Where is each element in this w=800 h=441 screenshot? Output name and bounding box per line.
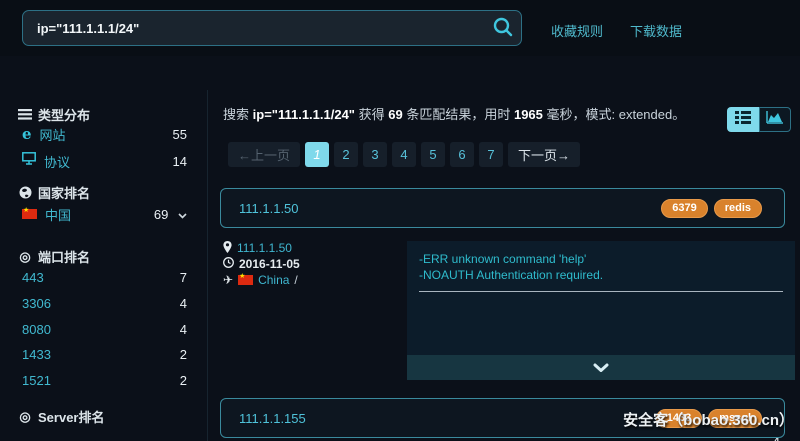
download-data-link[interactable]: 下载数据 bbox=[630, 21, 682, 40]
sidebar-item-port-1521[interactable]: 1521 2 bbox=[0, 372, 207, 388]
search-icon bbox=[492, 16, 514, 41]
item-label[interactable]: 中国 bbox=[45, 205, 71, 224]
country-section-header: 国家排名 bbox=[0, 184, 207, 200]
page-button-7[interactable]: 7 bbox=[479, 142, 503, 167]
china-flag-icon bbox=[238, 275, 253, 285]
list-view-button[interactable] bbox=[727, 107, 759, 132]
search-input[interactable] bbox=[23, 21, 485, 36]
page-button-3[interactable]: 3 bbox=[363, 142, 387, 167]
chevron-down-icon bbox=[593, 359, 609, 377]
meta-path: / bbox=[294, 273, 297, 287]
favorite-rule-link[interactable]: 收藏规则 bbox=[551, 21, 603, 40]
sidebar-item-port-3306[interactable]: 3306 4 bbox=[0, 295, 207, 311]
item-count: 14 bbox=[173, 154, 187, 169]
clock-icon bbox=[223, 257, 234, 271]
sidebar-item-port-8080[interactable]: 8080 4 bbox=[0, 321, 207, 337]
result-ip-link[interactable]: 111.1.1.155 bbox=[239, 411, 306, 426]
banner-line: -ERR unknown command 'help' bbox=[419, 251, 783, 267]
summary-query: ip="111.1.1.1/24" bbox=[253, 107, 355, 122]
item-label[interactable]: 1521 bbox=[22, 373, 51, 388]
port-icon: ◎ bbox=[18, 250, 32, 263]
china-flag-icon bbox=[22, 209, 37, 219]
plane-icon: ✈ bbox=[223, 274, 233, 286]
item-count: 4 bbox=[180, 322, 187, 337]
expand-banner-button[interactable] bbox=[407, 355, 795, 380]
section-title: 类型分布 bbox=[38, 105, 90, 124]
item-label[interactable]: 网站 bbox=[40, 125, 66, 144]
server-section-header: ◎ Server排名 bbox=[0, 408, 207, 424]
tag-group: 6379 redis bbox=[661, 199, 762, 218]
item-label[interactable]: 8080 bbox=[22, 322, 51, 337]
type-section-header: 类型分布 bbox=[0, 106, 207, 122]
next-page-button[interactable]: 下一页→ bbox=[508, 142, 580, 167]
page-button-2[interactable]: 2 bbox=[334, 142, 358, 167]
item-label[interactable]: 443 bbox=[22, 270, 44, 285]
search-summary: 搜索 ip="111.1.1.1/24" 获得 69 条匹配结果，用时 1965… bbox=[223, 104, 685, 123]
browser-icon: e bbox=[22, 128, 32, 141]
result-ip-link[interactable]: 111.1.1.50 bbox=[239, 201, 299, 216]
chevron-down-icon[interactable] bbox=[178, 207, 187, 222]
item-label[interactable]: 协议 bbox=[44, 152, 70, 171]
sidebar-item-port-1433[interactable]: 1433 2 bbox=[0, 346, 207, 362]
sidebar-item-website[interactable]: e 网站 55 bbox=[0, 126, 207, 142]
chart-view-button[interactable] bbox=[759, 107, 791, 132]
section-title: 国家排名 bbox=[38, 183, 90, 202]
search-box bbox=[22, 10, 522, 46]
result-meta: 111.1.1.50 2016-11-05 ✈ China / bbox=[223, 240, 300, 288]
item-label[interactable]: 1433 bbox=[22, 347, 51, 362]
page-button-4[interactable]: 4 bbox=[392, 142, 416, 167]
list-icon bbox=[18, 109, 32, 120]
banner-rule bbox=[419, 291, 783, 292]
port-tag[interactable]: 6379 bbox=[661, 199, 707, 218]
summary-count: 69 bbox=[388, 107, 402, 122]
item-label[interactable]: 3306 bbox=[22, 296, 51, 311]
meta-ip-link[interactable]: 111.1.1.50 bbox=[237, 241, 292, 255]
country-count: 69 bbox=[154, 207, 168, 222]
area-chart-icon bbox=[766, 110, 784, 129]
pagination: ←上一页 1 2 3 4 5 6 7 下一页→ bbox=[228, 142, 580, 167]
sidebar-divider bbox=[207, 90, 208, 441]
view-toggle bbox=[727, 107, 791, 132]
item-count: 55 bbox=[173, 127, 187, 142]
item-count: 7 bbox=[180, 270, 187, 285]
banner-line: -NOAUTH Authentication required. bbox=[419, 267, 783, 283]
banner-block: -ERR unknown command 'help' -NOAUTH Auth… bbox=[407, 241, 795, 380]
zoomeye-search-page: 收藏规则 下载数据 类型分布 e 网站 55 协议 14 bbox=[0, 0, 800, 441]
meta-date: 2016-11-05 bbox=[239, 257, 300, 271]
summary-time: 1965 bbox=[514, 107, 543, 122]
sidebar-item-china[interactable]: 中国 69 bbox=[0, 206, 207, 222]
search-button[interactable] bbox=[485, 11, 521, 45]
sidebar-item-protocol[interactable]: 协议 14 bbox=[0, 153, 207, 169]
item-count: 4 bbox=[180, 296, 187, 311]
server-icon: ◎ bbox=[18, 410, 32, 423]
monitor-icon bbox=[22, 152, 36, 170]
pin-icon bbox=[223, 241, 232, 256]
watermark: 安全客（bobao.360.cn） bbox=[623, 409, 794, 430]
section-title: Server排名 bbox=[38, 407, 104, 426]
list-view-icon bbox=[735, 111, 751, 129]
meta-country-link[interactable]: China bbox=[258, 273, 289, 287]
page-button-5[interactable]: 5 bbox=[421, 142, 445, 167]
item-count: 2 bbox=[180, 347, 187, 362]
item-count: 2 bbox=[180, 373, 187, 388]
result-card: 111.1.1.50 6379 redis bbox=[220, 188, 785, 228]
globe-icon bbox=[18, 186, 32, 199]
section-title: 端口排名 bbox=[38, 247, 90, 266]
service-tag[interactable]: redis bbox=[714, 199, 762, 218]
port-section-header: ◎ 端口排名 bbox=[0, 248, 207, 264]
top-bar: 收藏规则 下载数据 bbox=[0, 0, 800, 56]
page-button-6[interactable]: 6 bbox=[450, 142, 474, 167]
item-count: 69 bbox=[154, 207, 187, 222]
sidebar-item-port-443[interactable]: 443 7 bbox=[0, 269, 207, 285]
prev-page-button[interactable]: ←上一页 bbox=[228, 142, 300, 167]
page-button-1[interactable]: 1 bbox=[305, 142, 329, 167]
